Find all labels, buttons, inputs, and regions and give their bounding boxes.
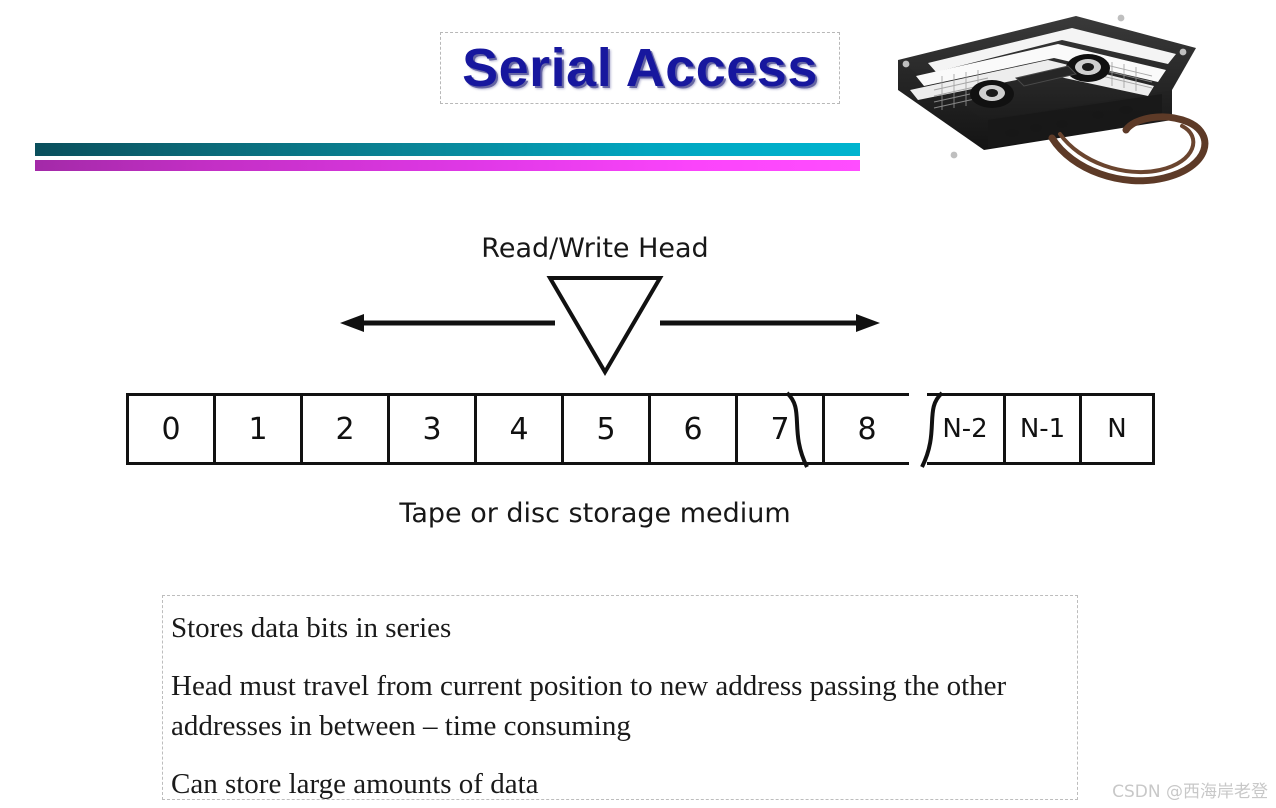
read-write-head-label: Read/Write Head <box>481 233 709 264</box>
memory-cell: 5 <box>561 393 648 465</box>
divider-bars <box>35 143 860 171</box>
strip-break-left-icon <box>785 391 809 468</box>
cassette-tape-image <box>898 14 1209 185</box>
memory-cell: 4 <box>474 393 561 465</box>
body-line-2: Head must travel from current position t… <box>171 670 1007 743</box>
arrow-left-icon <box>340 314 555 332</box>
strip-break-right-icon <box>920 391 944 468</box>
memory-cell: 1 <box>213 393 300 465</box>
body-text-placeholder[interactable]: Stores data bits in series Head must tra… <box>162 595 1078 800</box>
teal-gradient-bar <box>35 143 860 156</box>
read-write-head-diagram <box>340 276 880 376</box>
cells-right-group: N-2 N-1 N <box>927 393 1155 465</box>
magenta-gradient-bar <box>35 160 860 171</box>
body-line-1: Stores data bits in series <box>171 612 452 644</box>
storage-medium-caption: Tape or disc storage medium <box>399 498 791 529</box>
memory-cell: 2 <box>300 393 387 465</box>
memory-cell: 8 <box>822 393 909 465</box>
memory-cell: N-1 <box>1003 393 1079 465</box>
title-placeholder-box[interactable]: Serial Access <box>440 32 840 104</box>
read-write-head-triangle <box>546 276 664 376</box>
body-line-3: Can store large amounts of data <box>171 768 539 801</box>
arrow-right-icon <box>660 314 880 332</box>
memory-cell: 6 <box>648 393 735 465</box>
slide-canvas: Serial Access Read/Write Head 0 1 2 3 4 … <box>0 0 1276 808</box>
memory-cell: N <box>1079 393 1155 465</box>
memory-cell: 3 <box>387 393 474 465</box>
page-title: Serial Access <box>462 38 818 98</box>
memory-cell: 0 <box>126 393 213 465</box>
csdn-watermark: CSDN @西海岸老登 <box>1112 782 1268 802</box>
